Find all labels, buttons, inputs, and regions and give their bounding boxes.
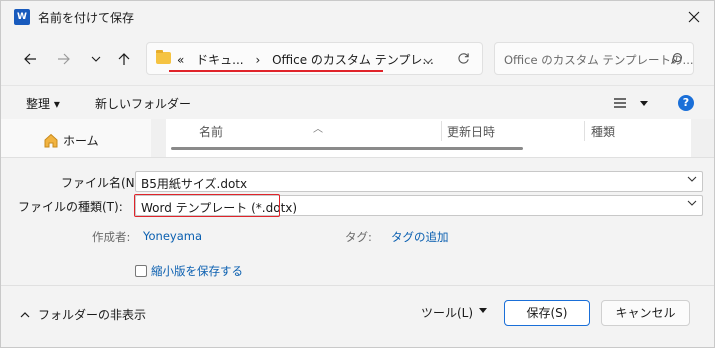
navigation-pane-scrollbar[interactable] [151, 119, 166, 157]
column-header-label: 名前 [199, 125, 224, 139]
breadcrumb: « ドキュ... › Office のカスタム テンプレ... [177, 51, 442, 68]
save-as-dialog: W 名前を付けて保存 « ドキュ... › Office のカスタム テンプレ.… [0, 0, 715, 348]
arrow-up-icon [118, 53, 130, 65]
nav-item-label: ホーム [63, 134, 99, 148]
filetype-highlight-box [134, 194, 280, 217]
navigation-bar: « ドキュ... › Office のカスタム テンプレ... Office の… [1, 33, 714, 85]
sort-ascending-icon: ︿ [313, 124, 323, 135]
hide-folders-button[interactable]: フォルダーの非表示 [20, 306, 146, 323]
cancel-button[interactable]: キャンセル [601, 300, 690, 326]
search-icon[interactable] [670, 52, 683, 68]
breadcrumb-custom-templates[interactable]: Office のカスタム テンプレ... [272, 53, 434, 67]
author-label: 作成者: [92, 230, 131, 244]
filename-label: ファイル名(N): [61, 176, 144, 190]
nav-item-home[interactable]: ホーム [43, 132, 99, 149]
caret-down-icon[interactable] [479, 308, 487, 313]
chevron-down-icon [423, 58, 433, 64]
chevron-down-icon[interactable] [687, 200, 697, 206]
close-button[interactable] [678, 2, 710, 32]
word-app-icon: W [14, 9, 30, 25]
dialog-footer: フォルダーの非表示 ツール(L) 保存(S) キャンセル [1, 285, 714, 347]
chevron-down-icon [91, 56, 101, 62]
view-options-button[interactable] [611, 95, 651, 113]
file-list: ︿ 名前 更新日時 種類 [166, 119, 691, 157]
breadcrumb-separator: › [255, 53, 261, 67]
breadcrumb-highlight-underline [169, 70, 383, 72]
add-tag-link[interactable]: タグの追加 [391, 229, 449, 245]
folder-icon [156, 50, 171, 64]
command-bar: 整理 ▾ 新しいフォルダー ? [1, 85, 714, 119]
chevron-up-icon [20, 311, 30, 317]
up-button[interactable] [112, 47, 136, 71]
search-placeholder: Office のカスタム テンプレートの... [504, 53, 694, 67]
column-header-type[interactable]: 種類 [591, 123, 615, 140]
save-options-form: ファイル名(N): B5用紙サイズ.dotx ファイルの種類(T): Word … [1, 157, 714, 285]
hide-folders-label: フォルダーの非表示 [38, 308, 147, 322]
caret-down-icon [640, 101, 648, 106]
refresh-icon [458, 53, 469, 64]
tags-label: タグ: [345, 230, 372, 244]
column-divider[interactable] [441, 121, 442, 141]
address-history-dropdown[interactable] [423, 53, 433, 67]
arrow-left-icon [24, 53, 36, 65]
close-icon [688, 11, 700, 23]
breadcrumb-documents[interactable]: ドキュ... [196, 53, 243, 67]
refresh-button[interactable] [457, 52, 470, 68]
address-bar[interactable]: « ドキュ... › Office のカスタム テンプレ... [146, 42, 483, 75]
file-list-scrollbar[interactable] [691, 119, 714, 157]
navigation-pane: ホーム [1, 119, 151, 157]
column-header-modified[interactable]: 更新日時 [447, 123, 495, 140]
save-thumbnail-checkbox[interactable] [135, 265, 147, 277]
filename-value: B5用紙サイズ.dotx [141, 177, 248, 191]
column-divider[interactable] [584, 121, 585, 141]
organize-menu-button[interactable]: 整理 ▾ [26, 95, 60, 112]
chevron-down-icon[interactable] [687, 176, 697, 182]
help-button[interactable]: ? [678, 95, 694, 111]
forward-button[interactable] [52, 47, 76, 71]
breadcrumb-overflow[interactable]: « [177, 53, 184, 67]
title-bar: W 名前を付けて保存 [1, 1, 714, 33]
filename-input[interactable]: B5用紙サイズ.dotx [135, 171, 703, 192]
horizontal-scrollbar-thumb[interactable] [171, 147, 523, 150]
dialog-title: 名前を付けて保存 [38, 11, 135, 25]
home-icon [44, 133, 58, 148]
search-box[interactable]: Office のカスタム テンプレートの... [494, 42, 694, 75]
list-view-icon [614, 98, 626, 108]
arrow-right-icon [58, 53, 70, 65]
column-header-name[interactable]: ︿ 名前 [199, 123, 323, 140]
save-thumbnail-label[interactable]: 縮小版を保存する [151, 263, 243, 279]
save-button[interactable]: 保存(S) [504, 300, 590, 326]
author-value[interactable]: Yoneyama [143, 229, 202, 243]
back-button[interactable] [18, 47, 42, 71]
filetype-label: ファイルの種類(T): [18, 200, 123, 214]
tools-button[interactable]: ツール(L) [421, 304, 473, 321]
recent-locations-button[interactable] [84, 47, 108, 71]
new-folder-button[interactable]: 新しいフォルダー [95, 95, 191, 112]
